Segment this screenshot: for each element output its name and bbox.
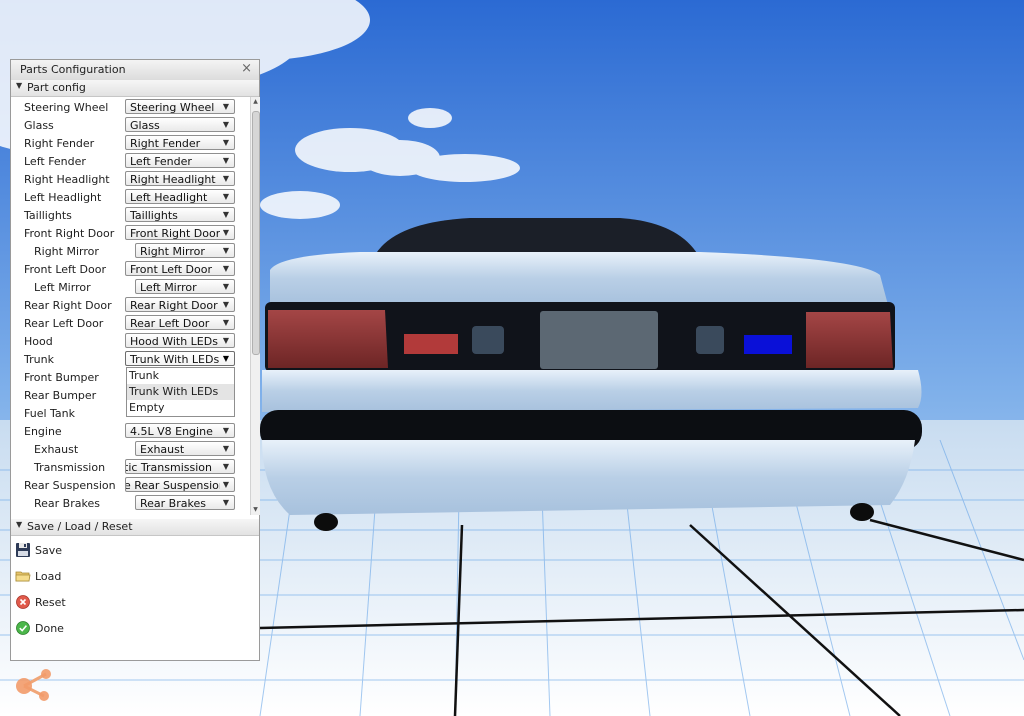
chevron-down-icon: ▼ (220, 244, 232, 257)
dropdown-option-trunk[interactable]: Trunk (127, 368, 234, 384)
part-select[interactable]: Steering Wheel ▼ (125, 99, 235, 114)
part-select[interactable]: Exhaust ▼ (135, 441, 235, 456)
chevron-down-icon: ▼ (220, 154, 232, 167)
part-select[interactable]: Glass ▼ (125, 117, 235, 132)
dropdown-option-empty[interactable]: Empty (127, 400, 234, 416)
part-select[interactable]: Left Headlight ▼ (125, 189, 235, 204)
save-load-reset-header[interactable]: ▼ Save / Load / Reset (11, 519, 259, 536)
part-select[interactable]: Left Mirror ▼ (135, 279, 235, 294)
list-item: Transmission tic Transmission ▼ (11, 458, 249, 476)
window-title: Parts Configuration (20, 63, 126, 76)
list-item: Right Fender Right Fender ▼ (11, 134, 249, 152)
list-item: Rear Brakes Rear Brakes ▼ (11, 494, 249, 512)
part-select[interactable]: Right Headlight ▼ (125, 171, 235, 186)
folder-icon (15, 571, 31, 582)
part-select[interactable]: Rear Brakes ▼ (135, 495, 235, 510)
chevron-down-icon: ▼ (220, 442, 232, 455)
chevron-down-icon: ▼ (220, 460, 232, 473)
list-item: Engine 4.5L V8 Engine ▼ (11, 422, 249, 440)
list-item: Rear Left Door Rear Left Door ▼ (11, 314, 249, 332)
save-button[interactable]: Save (11, 539, 259, 563)
list-item: Right Headlight Right Headlight ▼ (11, 170, 249, 188)
list-item: Rear Right Door Rear Right Door ▼ (11, 296, 249, 314)
checkmark-icon (16, 621, 30, 635)
part-select[interactable]: Left Fender ▼ (125, 153, 235, 168)
done-button[interactable]: Done (11, 617, 259, 641)
close-icon[interactable]: × (241, 61, 252, 76)
part-select[interactable]: tic Transmission ▼ (125, 459, 235, 474)
dropdown-option-trunk-with-leds[interactable]: Trunk With LEDs (127, 384, 234, 400)
list-item: Left Headlight Left Headlight ▼ (11, 188, 249, 206)
chevron-down-icon: ▼ (220, 190, 232, 203)
chevron-down-icon: ▼ (220, 172, 232, 185)
part-select[interactable]: e Rear Suspension ▼ (125, 477, 235, 492)
trunk-dropdown-list[interactable]: Trunk Trunk With LEDs Empty (126, 367, 235, 417)
chevron-down-icon: ▼ (220, 208, 232, 221)
part-select[interactable]: Rear Right Door ▼ (125, 297, 235, 312)
parts-configuration-window[interactable]: Parts Configuration × ▼ Part config Stee… (10, 59, 260, 661)
list-item: Trunk Trunk With LEDs ▼ (11, 350, 249, 368)
list-item: Glass Glass ▼ (11, 116, 249, 134)
list-item: Steering Wheel Steering Wheel ▼ (11, 98, 249, 116)
list-item: Hood Hood With LEDs ▼ (11, 332, 249, 350)
part-config-scrollbar[interactable]: ▲ ▼ (250, 97, 260, 515)
scroll-up-icon[interactable]: ▲ (251, 97, 260, 107)
list-item: Front Left Door Front Left Door ▼ (11, 260, 249, 278)
chevron-down-icon: ▼ (220, 496, 232, 509)
load-button[interactable]: Load (11, 565, 259, 589)
chevron-down-icon: ▼ (220, 298, 232, 311)
trunk-select[interactable]: Trunk With LEDs ▼ (125, 351, 235, 366)
list-item: Left Mirror Left Mirror ▼ (11, 278, 249, 296)
part-select[interactable]: 4.5L V8 Engine ▼ (125, 423, 235, 438)
collapse-triangle-icon[interactable]: ▼ (16, 81, 22, 90)
car-rear (260, 218, 922, 531)
part-config-list: Steering Wheel Steering Wheel ▼ Glass Glass… (11, 97, 249, 515)
window-titlebar[interactable]: Parts Configuration × (11, 60, 259, 81)
list-item: Exhaust Exhaust ▼ (11, 440, 249, 458)
chevron-down-icon: ▼ (220, 352, 232, 365)
part-select[interactable]: Right Fender ▼ (125, 135, 235, 150)
chevron-down-icon: ▼ (220, 280, 232, 293)
reset-button[interactable]: Reset (11, 591, 259, 615)
list-item: Rear Suspension e Rear Suspension ▼ (11, 476, 249, 494)
chevron-down-icon: ▼ (220, 226, 232, 239)
list-item: Taillights Taillights ▼ (11, 206, 249, 224)
scroll-down-icon[interactable]: ▼ (251, 505, 260, 515)
list-item: Right Mirror Right Mirror ▼ (11, 242, 249, 260)
part-select[interactable]: Rear Left Door ▼ (125, 315, 235, 330)
chevron-down-icon: ▼ (220, 262, 232, 275)
part-config-header[interactable]: ▼ Part config (11, 80, 259, 97)
part-select[interactable]: Front Right Door ▼ (125, 225, 235, 240)
chevron-down-icon: ▼ (220, 424, 232, 437)
floppy-disk-icon (16, 543, 30, 557)
chevron-down-icon: ▼ (220, 334, 232, 347)
chevron-down-icon: ▼ (220, 118, 232, 131)
scrollbar-thumb[interactable] (252, 111, 260, 355)
part-select[interactable]: Hood With LEDs ▼ (125, 333, 235, 348)
list-item: Left Fender Left Fender ▼ (11, 152, 249, 170)
chevron-down-icon: ▼ (220, 136, 232, 149)
chevron-down-icon: ▼ (220, 478, 232, 491)
chevron-down-icon: ▼ (220, 100, 232, 113)
part-select[interactable]: Taillights ▼ (125, 207, 235, 222)
list-item: Front Right Door Front Right Door ▼ (11, 224, 249, 242)
collapse-triangle-icon[interactable]: ▼ (16, 520, 22, 529)
chevron-down-icon: ▼ (220, 316, 232, 329)
part-select[interactable]: Front Left Door ▼ (125, 261, 235, 276)
node-graph-icon[interactable] (12, 664, 58, 704)
reset-icon (16, 595, 30, 609)
part-select[interactable]: Right Mirror ▼ (135, 243, 235, 258)
